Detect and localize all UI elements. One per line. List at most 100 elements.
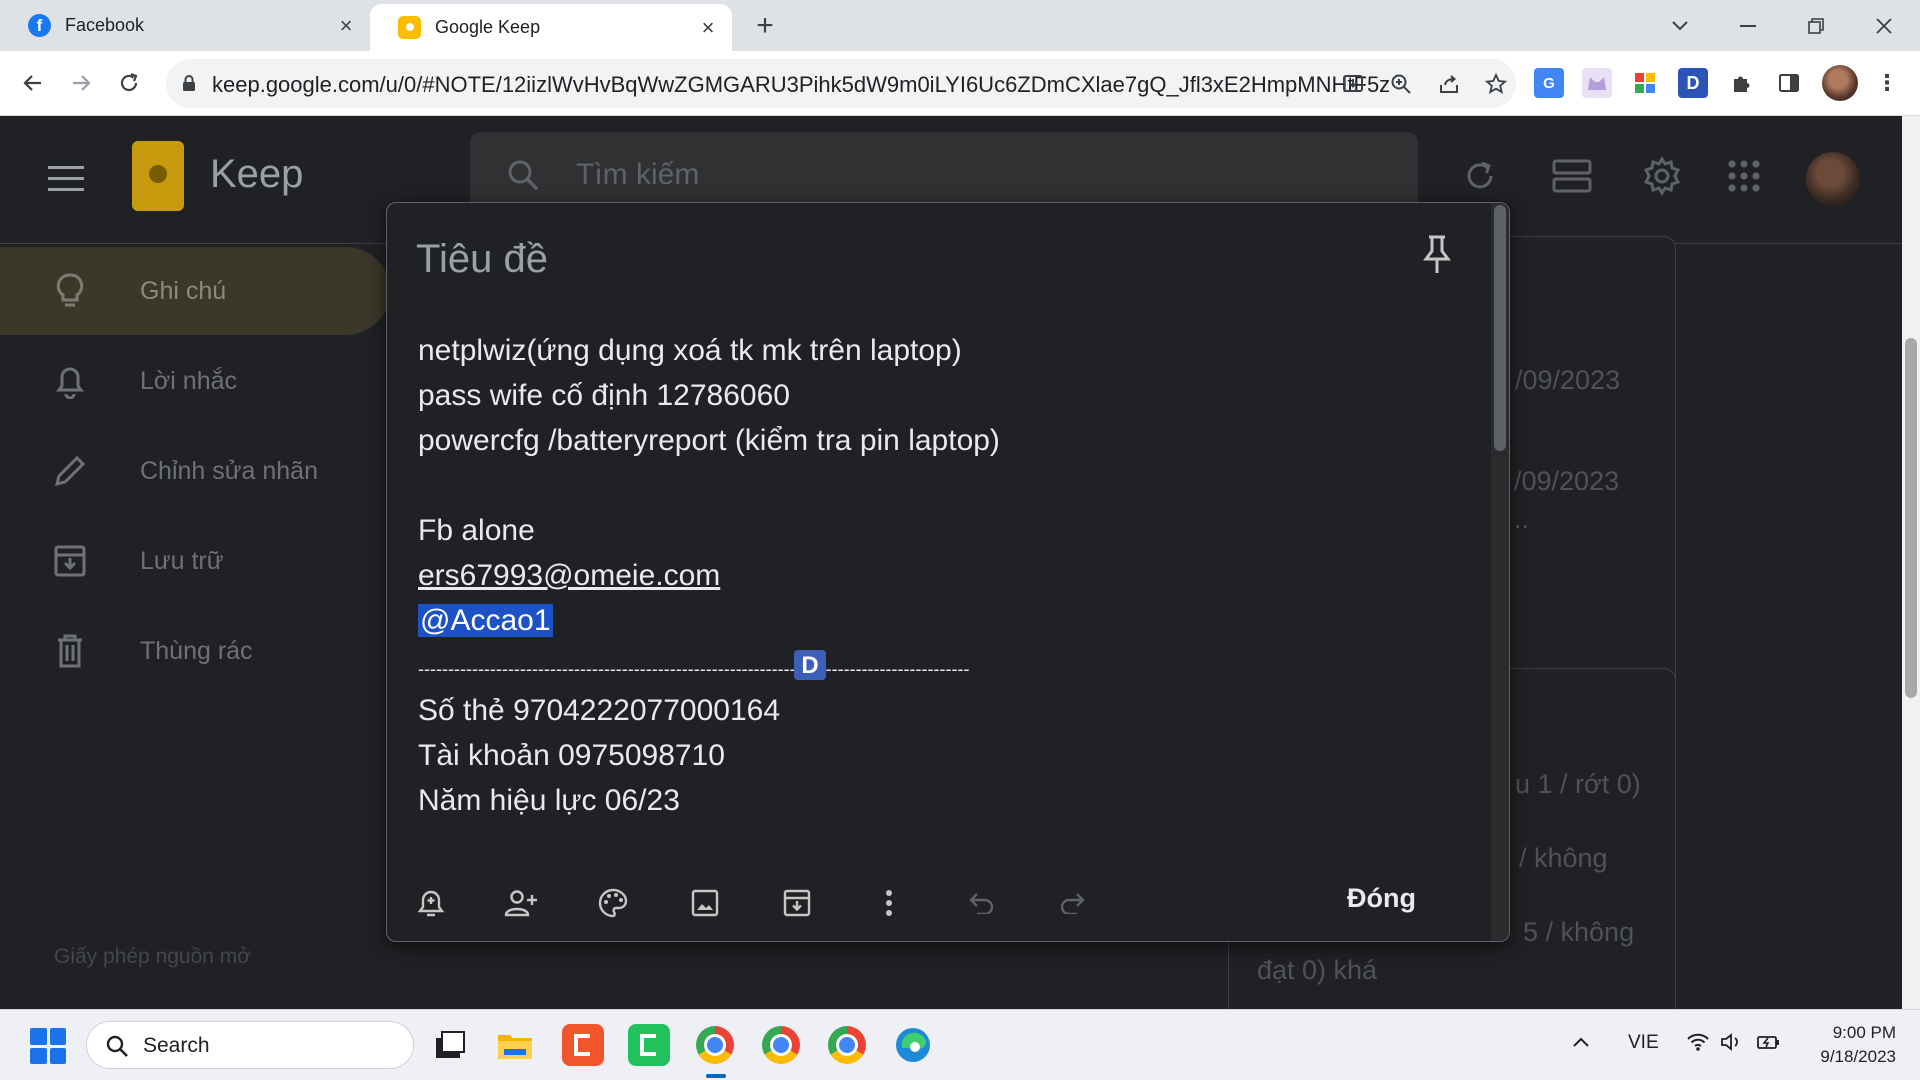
note-body-text[interactable]: netplwiz(ứng dụng xoá tk mk trên laptop)…: [418, 328, 1468, 823]
sidebar-item-label: Ghi chú: [140, 276, 227, 305]
close-window-icon[interactable]: [1864, 8, 1904, 44]
tab-title: Facebook: [65, 15, 145, 35]
account-avatar[interactable]: [1806, 152, 1860, 206]
tab-facebook[interactable]: f Facebook ×: [0, 0, 370, 51]
tab-title: Google Keep: [435, 17, 541, 37]
sidebar-item-label: Lời nhắc: [140, 366, 238, 395]
lightbulb-icon: [0, 273, 140, 309]
tab-search-chevron-icon[interactable]: [1660, 8, 1700, 44]
browser-menu-kebab-icon[interactable]: ⋮: [1872, 68, 1902, 98]
zoom-icon[interactable]: [1387, 70, 1415, 98]
clock-time: 9:00 PM: [1832, 1023, 1896, 1042]
archive-icon[interactable]: [775, 881, 819, 925]
sidebar-item-notes[interactable]: Ghi chú: [0, 247, 390, 335]
chrome-profile-3-icon[interactable]: [826, 1024, 868, 1066]
keep-logo-icon[interactable]: [132, 141, 184, 211]
email-link[interactable]: ers67993@omeie.com: [418, 559, 720, 592]
note-date: /09/2023: [1515, 365, 1621, 395]
close-note-button[interactable]: Đóng: [1347, 883, 1416, 914]
keep-app-name[interactable]: Keep: [210, 152, 303, 197]
edge-icon[interactable]: [892, 1024, 934, 1066]
tab-google-keep[interactable]: Google Keep ×: [370, 4, 732, 51]
taskbar-search-box[interactable]: Search: [86, 1021, 414, 1069]
refresh-icon[interactable]: [1458, 154, 1502, 198]
bell-icon: [0, 363, 140, 399]
google-translate-extension-icon[interactable]: G: [1534, 68, 1564, 98]
redo-icon[interactable]: [1051, 881, 1095, 925]
collaborator-add-person-icon[interactable]: [499, 881, 543, 925]
google-apps-grid-icon[interactable]: [1722, 154, 1766, 198]
show-hidden-icons-chevron-icon[interactable]: [1572, 1032, 1590, 1054]
note-line: netplwiz(ứng dụng xoá tk mk trên laptop): [418, 334, 962, 367]
note-line: pass wife cố định 12786060: [418, 379, 790, 412]
sidebar-item-edit-labels[interactable]: Chỉnh sửa nhãn: [0, 427, 390, 515]
extension-badge-text: D: [1686, 72, 1700, 93]
lock-icon[interactable]: [182, 75, 196, 91]
bookmark-star-icon[interactable]: [1482, 70, 1510, 98]
note-fragment: u 1 / rớt 0): [1515, 769, 1641, 799]
restore-window-icon[interactable]: [1796, 8, 1836, 44]
side-panel-icon[interactable]: [1774, 68, 1804, 98]
close-tab-icon[interactable]: ×: [696, 15, 720, 40]
reload-icon[interactable]: [112, 66, 146, 100]
list-view-icon[interactable]: [1550, 154, 1594, 198]
input-language-indicator[interactable]: VIE: [1628, 1032, 1659, 1054]
windows-start-icon[interactable]: [30, 1028, 66, 1064]
share-icon[interactable]: [1435, 70, 1463, 98]
main-menu-hamburger-icon[interactable]: [48, 166, 84, 192]
c-app-red-icon[interactable]: [562, 1024, 604, 1066]
url-text[interactable]: keep.google.com/u/0/#NOTE/12iizlWvHvBqWw…: [212, 72, 1482, 98]
battery-charging-icon[interactable]: [1756, 1032, 1782, 1058]
address-bar[interactable]: keep.google.com/u/0/#NOTE/12iizlWvHvBqWw…: [166, 59, 1516, 108]
new-tab-plus-icon[interactable]: +: [748, 9, 782, 43]
note-title-input[interactable]: Tiêu đề: [416, 237, 548, 282]
note-line: Fb alone: [418, 514, 535, 547]
note-fragment: đạt 0) khá: [1257, 955, 1378, 985]
more-options-kebab-icon[interactable]: [867, 881, 911, 925]
note-scrollbar-thumb[interactable]: [1494, 205, 1506, 451]
c-app-green-icon[interactable]: [628, 1024, 670, 1066]
profile-avatar-icon[interactable]: [1822, 65, 1858, 101]
volume-icon[interactable]: [1720, 1032, 1744, 1058]
dictionary-popup-badge[interactable]: D: [794, 650, 826, 680]
sidebar-item-archive[interactable]: Lưu trữ: [0, 517, 390, 605]
close-tab-icon[interactable]: ×: [334, 13, 358, 38]
back-arrow-icon[interactable]: [16, 66, 50, 100]
sidebar-item-trash[interactable]: Thùng rác: [0, 607, 390, 695]
page-scrollbar[interactable]: [1902, 116, 1920, 1009]
chrome-icon[interactable]: [694, 1024, 736, 1066]
undo-icon[interactable]: [959, 881, 1003, 925]
system-clock[interactable]: 9:00 PM 9/18/2023: [1800, 1021, 1896, 1069]
task-view-icon[interactable]: [428, 1024, 470, 1066]
selected-text[interactable]: @Accao1: [418, 604, 553, 637]
wifi-icon[interactable]: [1686, 1032, 1710, 1058]
active-app-indicator: [706, 1074, 726, 1078]
clock-date: 9/18/2023: [1820, 1047, 1896, 1066]
remind-me-bell-icon[interactable]: [409, 881, 453, 925]
cat-extension-icon[interactable]: [1582, 68, 1612, 98]
search-icon[interactable]: [506, 158, 540, 192]
chrome-profile-2-icon[interactable]: [760, 1024, 802, 1066]
add-image-icon[interactable]: [683, 881, 727, 925]
file-explorer-icon[interactable]: [494, 1024, 536, 1066]
note-ellipsis: ..: [1514, 504, 1530, 534]
keep-favicon-icon: [398, 16, 421, 39]
extensions-puzzle-icon[interactable]: [1726, 68, 1756, 98]
note-scrollbar[interactable]: [1491, 203, 1509, 941]
forward-arrow-icon[interactable]: [64, 66, 98, 100]
install-app-icon[interactable]: [1339, 70, 1367, 98]
page-scrollbar-thumb[interactable]: [1905, 338, 1917, 698]
settings-gear-icon[interactable]: [1640, 154, 1684, 198]
background-palette-icon[interactable]: [591, 881, 635, 925]
sidebar-item-reminders[interactable]: Lời nhắc: [0, 337, 390, 425]
note-editor-dialog: Tiêu đề netplwiz(ứng dụng xoá tk mk trên…: [386, 202, 1510, 942]
open-source-license-link[interactable]: Giấy phép nguồn mở: [54, 945, 251, 969]
minimize-window-icon[interactable]: [1728, 8, 1768, 44]
sidebar-item-label: Chỉnh sửa nhãn: [140, 456, 318, 485]
trash-icon: [0, 633, 140, 669]
dictionary-extension-icon[interactable]: D: [1678, 68, 1708, 98]
colorful-extension-icon[interactable]: [1630, 68, 1660, 98]
search-input-placeholder[interactable]: Tìm kiếm: [576, 158, 699, 192]
note-line: Năm hiệu lực 06/23: [418, 784, 680, 817]
pin-icon[interactable]: [1419, 233, 1455, 275]
